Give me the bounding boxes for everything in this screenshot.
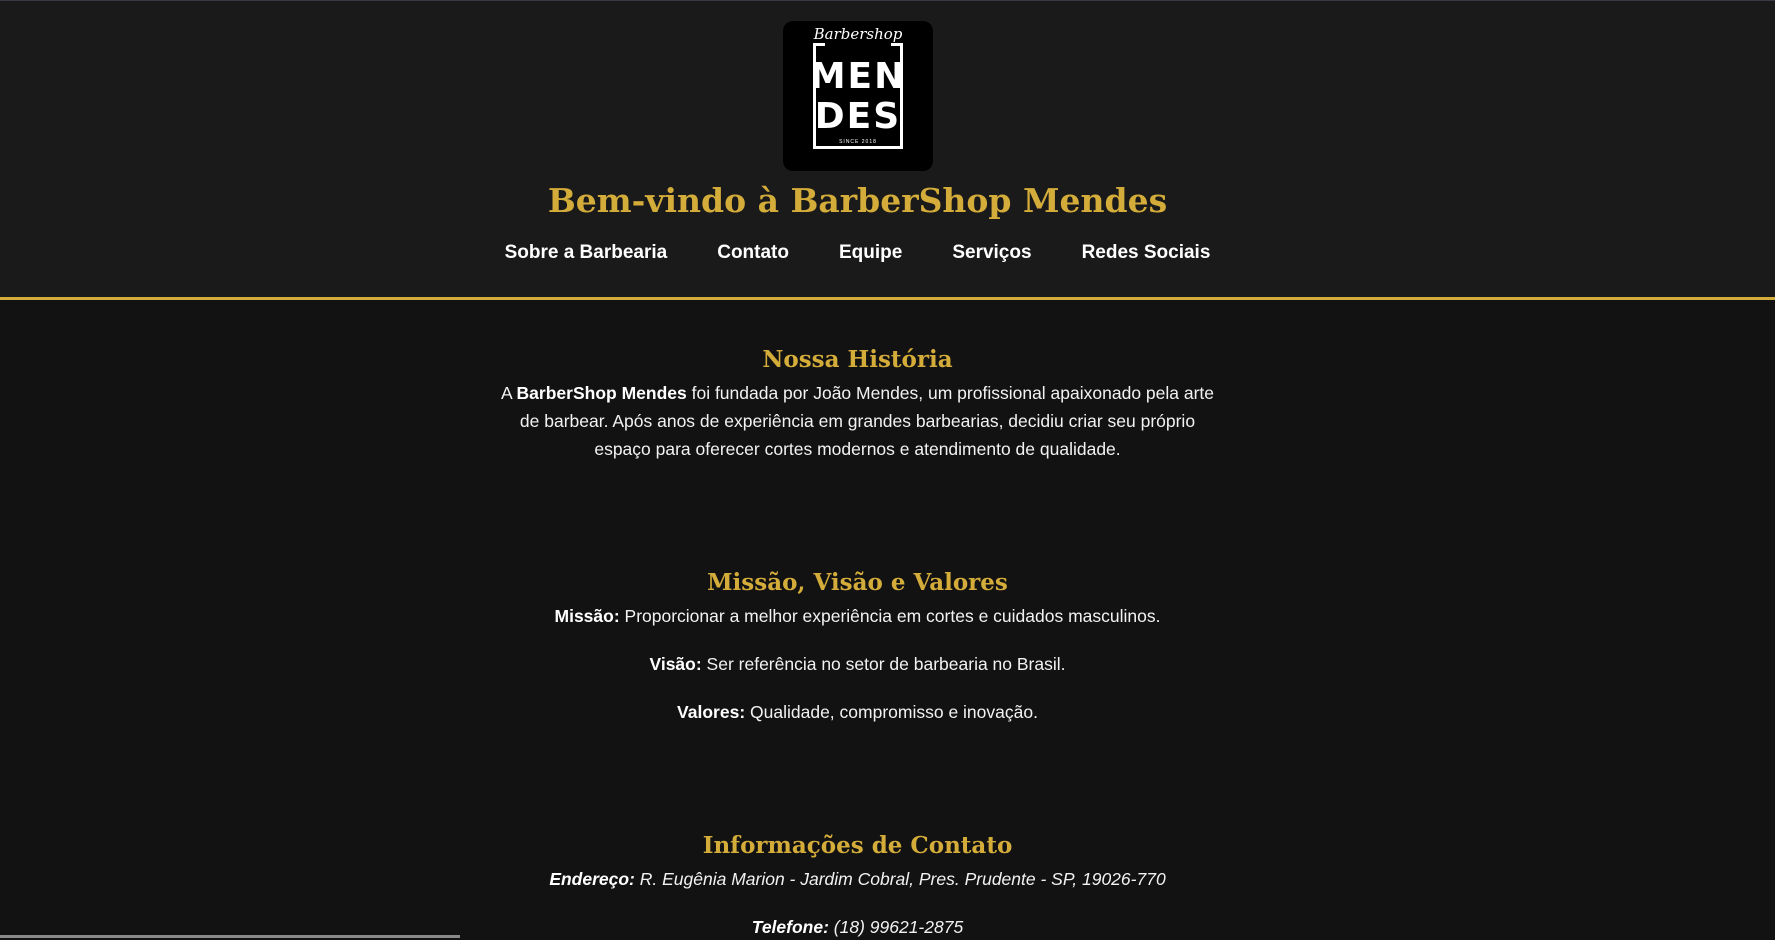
main-nav: Sobre a Barbearia Contato Equipe Serviço… <box>0 242 1715 264</box>
mission-label: Missão: <box>554 606 620 626</box>
address-text: R. Eugênia Marion - Jardim Cobral, Pres.… <box>634 869 1166 889</box>
history-section: Nossa História A BarberShop Mendes foi f… <box>0 346 1715 463</box>
phone-text: (18) 99621-2875 <box>828 917 964 937</box>
mvv-heading: Missão, Visão e Valores <box>707 569 1008 596</box>
phone-label: Telefone: <box>751 917 829 937</box>
logo-word-top: MEN <box>809 56 907 97</box>
vision-text: Ser referência no setor de barbearia no … <box>701 654 1066 674</box>
logo-script-text: Barbershop <box>813 25 903 43</box>
address-label: Endereço: <box>549 869 635 889</box>
nav-link-redes-sociais[interactable]: Redes Sociais <box>1082 242 1211 264</box>
site-header: Barbershop MEN DES SINCE 2018 Bem-vindo … <box>0 1 1775 300</box>
mission-text: Proporcionar a melhor experiência em cor… <box>619 606 1161 626</box>
values-text: Qualidade, compromisso e inovação. <box>745 702 1038 722</box>
contact-section: Informações de Contato Endereço: R. Eugê… <box>0 832 1715 940</box>
nav-link-servicos[interactable]: Serviços <box>952 242 1031 264</box>
address-line: Endereço: R. Eugênia Marion - Jardim Cob… <box>0 865 1715 893</box>
values-label: Valores: <box>677 702 746 722</box>
history-text: A BarberShop Mendes foi fundada por João… <box>498 379 1218 463</box>
nav-link-equipe[interactable]: Equipe <box>839 242 902 264</box>
horizontal-scrollbar[interactable] <box>0 935 460 938</box>
page-title: Bem-vindo à BarberShop Mendes <box>547 181 1168 220</box>
history-brand: BarberShop Mendes <box>516 383 687 403</box>
barbershop-logo[interactable]: Barbershop MEN DES SINCE 2018 <box>783 21 933 171</box>
logo-since-text: SINCE 2018 <box>839 139 877 145</box>
history-intro: A <box>500 383 517 403</box>
history-heading: Nossa História <box>762 346 953 373</box>
mission-line: Missão: Proporcionar a melhor experiênci… <box>0 602 1715 630</box>
logo-word-bottom: DES <box>814 96 902 137</box>
nav-link-sobre[interactable]: Sobre a Barbearia <box>505 242 668 264</box>
mission-vision-values-section: Missão, Visão e Valores Missão: Proporci… <box>0 569 1715 746</box>
vision-label: Visão: <box>649 654 702 674</box>
values-line: Valores: Qualidade, compromisso e inovaç… <box>0 698 1715 726</box>
vision-line: Visão: Ser referência no setor de barbea… <box>0 650 1715 678</box>
nav-link-contato[interactable]: Contato <box>717 242 789 264</box>
contact-heading: Informações de Contato <box>702 832 1013 859</box>
